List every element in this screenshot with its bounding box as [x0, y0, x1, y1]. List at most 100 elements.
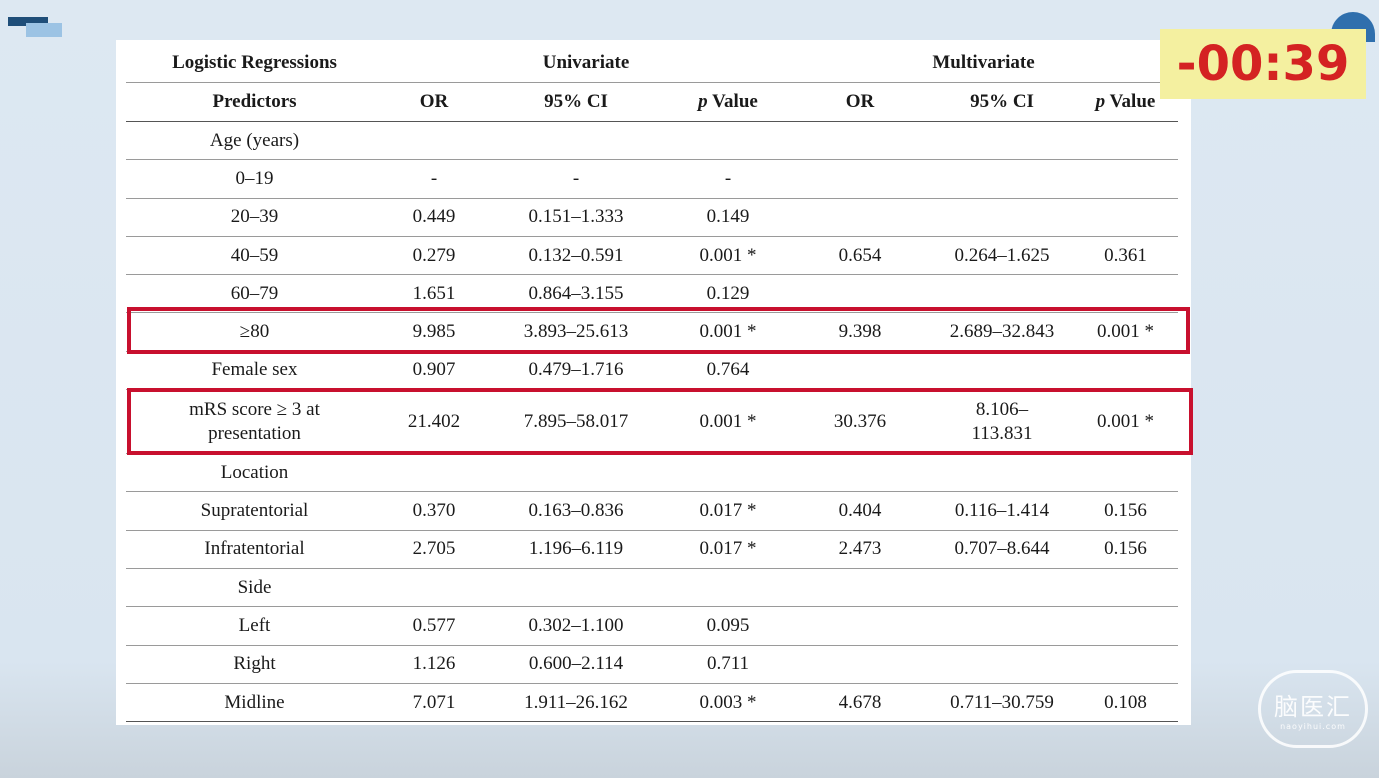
- cell-multi-ci: [931, 198, 1073, 237]
- cell-multi-p: 0.108: [1073, 683, 1178, 723]
- cell-uni-or: -: [383, 159, 485, 199]
- p-value-label: Value: [707, 91, 758, 112]
- p-symbol: p: [1095, 91, 1106, 112]
- cell-uni-ci: 0.163–0.836: [485, 491, 667, 531]
- cell-multi-p: [1073, 606, 1178, 646]
- cell-multi-p: 0.156: [1073, 491, 1178, 531]
- highlight-box-mrs-score: [127, 388, 1193, 455]
- header-multivariate: Multivariate: [789, 44, 1178, 83]
- cell-multi-or: [789, 351, 931, 391]
- cell-uni-p: 0.711: [667, 645, 789, 684]
- cell-uni-or: 2.705: [383, 530, 485, 569]
- cell-multi-ci: [931, 159, 1073, 199]
- header-multi-ci: 95% CI: [931, 82, 1073, 122]
- watermark-logo: 脑医汇 naoyihui.com: [1258, 670, 1368, 748]
- cell-predictor: Infratentorial: [126, 530, 383, 569]
- cell-uni-or: 0.279: [383, 236, 485, 276]
- table-row: Age (years): [126, 121, 1178, 161]
- cell-predictor: Supratentorial: [126, 491, 383, 531]
- cell-predictor: 20–39: [126, 198, 383, 237]
- table-sheet: Logistic Regressions Univariate Multivar…: [116, 40, 1191, 725]
- cell-multi-ci: [931, 568, 1073, 608]
- logo-subtext: naoyihui.com: [1280, 722, 1346, 731]
- cell-multi-p: [1073, 351, 1178, 391]
- highlight-box-age-80: [127, 307, 1190, 354]
- header-predictors: Predictors: [126, 82, 383, 122]
- table-row: Right 1.126 0.600–2.114 0.711: [126, 645, 1178, 684]
- cell-multi-p: [1073, 645, 1178, 684]
- cell-uni-ci: 0.132–0.591: [485, 236, 667, 276]
- cell-uni-or: 7.071: [383, 683, 485, 723]
- slide-decoration-block: [26, 23, 62, 37]
- cell-multi-ci: 0.707–8.644: [931, 530, 1073, 569]
- cell-predictor: Left: [126, 606, 383, 646]
- cell-multi-or: 0.404: [789, 491, 931, 531]
- cell-uni-ci: 0.479–1.716: [485, 351, 667, 391]
- logo-text: 脑医汇: [1274, 693, 1352, 721]
- cell-multi-p: [1073, 198, 1178, 237]
- cell-uni-p: 0.095: [667, 606, 789, 646]
- cell-multi-p: [1073, 159, 1178, 199]
- cell-uni-or: 1.126: [383, 645, 485, 684]
- cell-uni-p: [667, 568, 789, 608]
- table-row: Midline 7.071 1.911–26.162 0.003 * 4.678 0.71…: [126, 683, 1178, 723]
- cell-uni-ci: [485, 453, 667, 493]
- cell-multi-ci: [931, 606, 1073, 646]
- cell-predictor: Age (years): [126, 121, 383, 161]
- logistic-regression-table: Logistic Regressions Univariate Multivar…: [126, 44, 1178, 723]
- cell-multi-p: 0.361: [1073, 236, 1178, 276]
- cell-multi-or: [789, 453, 931, 493]
- cell-uni-ci: [485, 121, 667, 161]
- cell-uni-or: 0.907: [383, 351, 485, 391]
- p-value-label: Value: [1105, 91, 1156, 112]
- countdown-timer: -00:39: [1160, 29, 1366, 99]
- header-multi-or: OR: [789, 82, 931, 122]
- p-symbol: p: [698, 91, 708, 112]
- cell-multi-ci: 0.116–1.414: [931, 491, 1073, 531]
- table-row: Supratentorial 0.370 0.163–0.836 0.017 * 0.4…: [126, 491, 1178, 531]
- cell-predictor: Location: [126, 453, 383, 493]
- header-uni-ci: 95% CI: [485, 82, 667, 122]
- cell-predictor: Side: [126, 568, 383, 608]
- cell-multi-ci: [931, 453, 1073, 493]
- cell-uni-or: [383, 568, 485, 608]
- cell-multi-ci: [931, 121, 1073, 161]
- header-uni-p: p Value: [667, 82, 789, 122]
- header-uni-or: OR: [383, 82, 485, 122]
- cell-uni-p: [667, 121, 789, 161]
- table-row: Location: [126, 453, 1178, 493]
- cell-uni-ci: [485, 568, 667, 608]
- cell-uni-ci: 0.151–1.333: [485, 198, 667, 237]
- table-header-row-2: Predictors OR 95% CI p Value OR 95% CI p…: [126, 82, 1178, 122]
- cell-multi-or: [789, 198, 931, 237]
- cell-multi-ci: [931, 351, 1073, 391]
- table-row: 20–39 0.449 0.151–1.333 0.149: [126, 198, 1178, 237]
- cell-uni-ci: 1.911–26.162: [485, 683, 667, 723]
- table-row: Left 0.577 0.302–1.100 0.095: [126, 606, 1178, 646]
- cell-uni-p: [667, 453, 789, 493]
- cell-uni-p: 0.003 *: [667, 683, 789, 723]
- cell-multi-or: 4.678: [789, 683, 931, 723]
- cell-uni-p: 0.764: [667, 351, 789, 391]
- cell-multi-or: [789, 568, 931, 608]
- table-row: Female sex 0.907 0.479–1.716 0.764: [126, 351, 1178, 391]
- cell-multi-ci: 0.264–1.625: [931, 236, 1073, 276]
- cell-uni-or: 0.577: [383, 606, 485, 646]
- cell-multi-p: [1073, 453, 1178, 493]
- cell-predictor: Female sex: [126, 351, 383, 391]
- cell-uni-ci: 1.196–6.119: [485, 530, 667, 569]
- cell-multi-or: [789, 606, 931, 646]
- cell-uni-p: -: [667, 159, 789, 199]
- cell-uni-ci: -: [485, 159, 667, 199]
- cell-uni-or: 0.449: [383, 198, 485, 237]
- cell-uni-p: 0.149: [667, 198, 789, 237]
- cell-multi-p: [1073, 568, 1178, 608]
- cell-predictor: 40–59: [126, 236, 383, 276]
- cell-multi-p: 0.156: [1073, 530, 1178, 569]
- cell-predictor: Midline: [126, 683, 383, 723]
- cell-uni-p: 0.017 *: [667, 491, 789, 531]
- table-row: 40–59 0.279 0.132–0.591 0.001 * 0.654 0.264–1…: [126, 236, 1178, 276]
- cell-multi-or: 0.654: [789, 236, 931, 276]
- cell-predictor: Right: [126, 645, 383, 684]
- cell-multi-or: [789, 121, 931, 161]
